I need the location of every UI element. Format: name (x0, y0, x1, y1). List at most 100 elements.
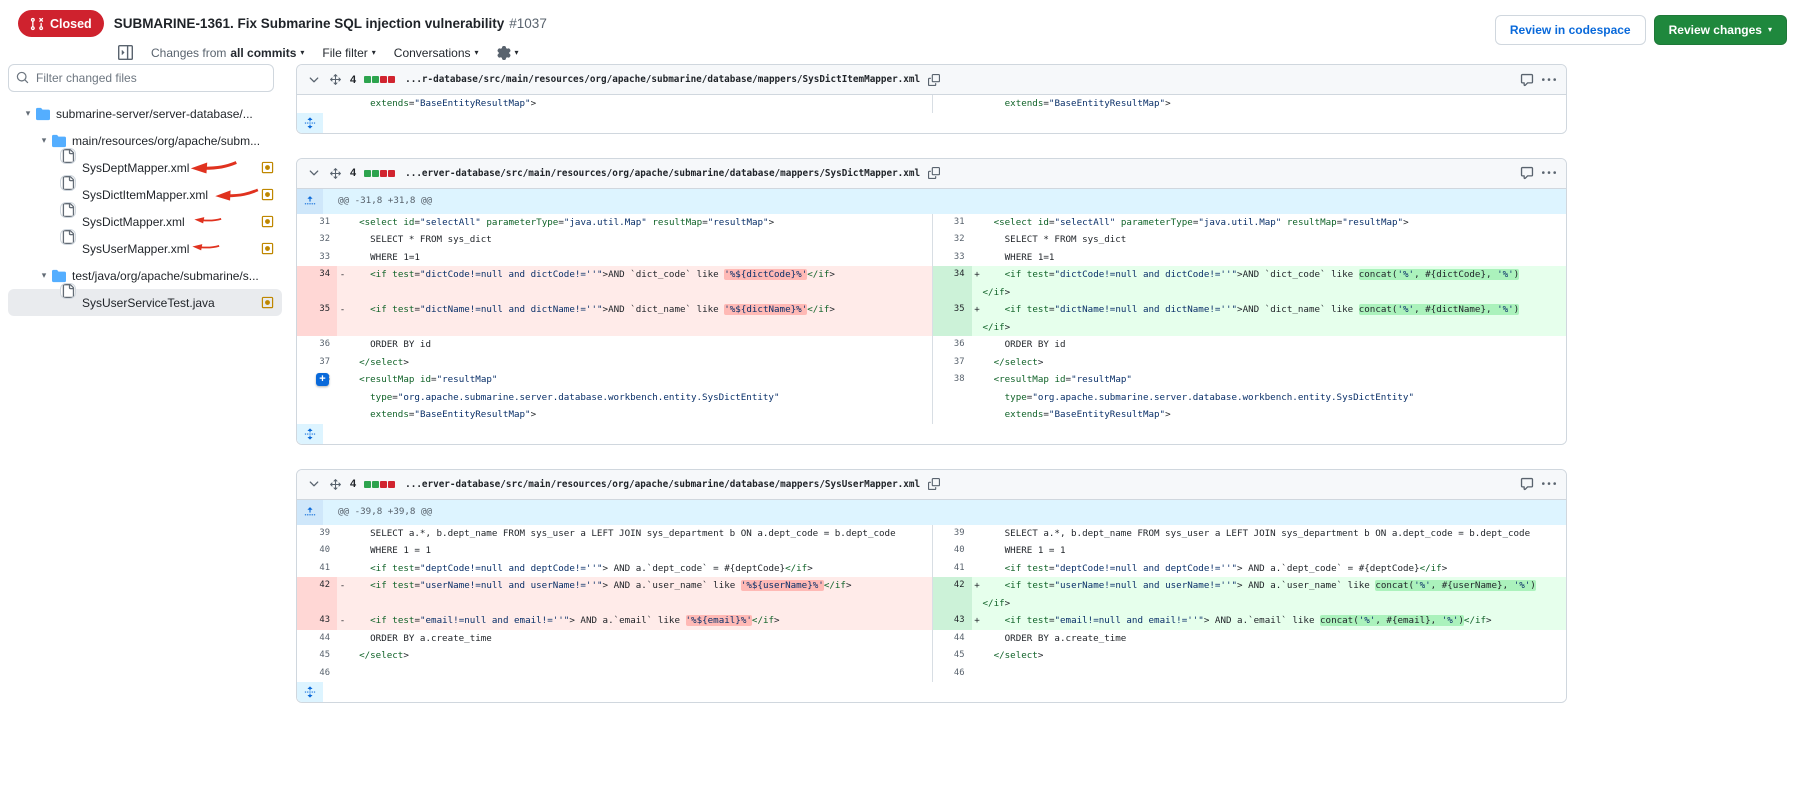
old-line-number[interactable]: 46 (297, 665, 337, 683)
file-kebab-menu-button[interactable] (1542, 166, 1556, 180)
expand-diff-button[interactable] (297, 113, 323, 133)
new-line-number[interactable]: 31 (932, 214, 972, 232)
collapse-file-button[interactable] (307, 166, 321, 180)
expand-up-button[interactable] (297, 500, 323, 525)
diff-file-sysdictmapper-xml: 4...erver-database/src/main/resources/or… (296, 158, 1567, 445)
tree-file-sysdictmapper-xml[interactable]: SysDictMapper.xml (8, 208, 282, 235)
collapse-file-button[interactable] (307, 73, 321, 87)
copy-path-button[interactable] (928, 167, 940, 179)
changed-lines-count: 4 (350, 478, 356, 490)
diff-row: 34- <if test="dictCode!=null and dictCod… (297, 266, 1566, 301)
unfold-icon (304, 117, 316, 129)
drag-handle-icon[interactable] (329, 478, 342, 491)
new-line-number[interactable]: 39 (932, 525, 972, 543)
new-line-number[interactable]: 44 (932, 630, 972, 648)
new-line-number[interactable]: 41 (932, 560, 972, 578)
diffstat-blocks (364, 481, 395, 488)
unfold-icon (304, 686, 316, 698)
old-line-number[interactable]: 42 (297, 577, 337, 612)
old-line-number[interactable]: 32 (297, 231, 337, 249)
new-line-number[interactable]: 34 (932, 266, 972, 301)
old-line-number[interactable]: 31 (297, 214, 337, 232)
new-line-number[interactable]: 45 (932, 647, 972, 665)
file-icon (61, 230, 75, 244)
kebab-horizontal-icon (1542, 477, 1556, 491)
old-line-number[interactable]: 44 (297, 630, 337, 648)
hunk-header: @@ -39,8 +39,8 @@ (323, 500, 432, 525)
expand-up-button[interactable] (297, 189, 323, 214)
diff-code-old (337, 665, 932, 683)
old-line-number[interactable]: 40 (297, 542, 337, 560)
diff-code-new: </select> (972, 647, 1567, 665)
collapse-file-button[interactable] (307, 477, 321, 491)
old-line-number[interactable]: 43 (297, 612, 337, 630)
copy-path-button[interactable] (928, 74, 940, 86)
tree-item-label: SysDictItemMapper.xml (82, 188, 208, 202)
drag-handle-icon[interactable] (329, 73, 342, 86)
old-line-number[interactable]: 37 (297, 354, 337, 372)
file-comment-button[interactable] (1520, 166, 1534, 180)
diff-row: 36 ORDER BY id36 ORDER BY id (297, 336, 1566, 354)
old-line-number[interactable]: 34 (297, 266, 337, 301)
copy-icon (928, 167, 940, 179)
kebab-horizontal-icon (1542, 73, 1556, 87)
file-filter-box (8, 64, 274, 92)
file-comment-button[interactable] (1520, 73, 1534, 87)
old-line-number[interactable]: 35 (297, 301, 337, 336)
unfold-icon (304, 428, 316, 440)
new-line-number[interactable]: 40 (932, 542, 972, 560)
new-line-number[interactable] (932, 95, 972, 113)
diffstat-blocks (364, 76, 395, 83)
new-line-number[interactable]: 38 (932, 371, 972, 424)
tree-file-sysusermapper-xml[interactable]: SysUserMapper.xml (8, 235, 282, 262)
file-kebab-menu-button[interactable] (1542, 73, 1556, 87)
review-changes-button[interactable]: Review changes ▾ (1654, 15, 1787, 45)
copy-path-button[interactable] (928, 478, 940, 490)
file-comment-button[interactable] (1520, 477, 1534, 491)
expand-diff-button[interactable] (297, 424, 323, 444)
diff-code-old: SELECT * FROM sys_dict (337, 231, 932, 249)
tree-folder-submarine-server-server-database[interactable]: ▾submarine-server/server-database/... (8, 100, 282, 127)
old-line-number[interactable]: 45 (297, 647, 337, 665)
new-line-number[interactable]: 33 (932, 249, 972, 267)
tree-folder-test-java-org-apache-submarine-s[interactable]: ▾test/java/org/apache/submarine/s... (8, 262, 282, 289)
diff-row: 42- <if test="userName!=null and userNam… (297, 577, 1566, 612)
old-line-number[interactable]: 33 (297, 249, 337, 267)
old-line-number[interactable]: 41 (297, 560, 337, 578)
expand-row (297, 682, 1566, 702)
old-line-number[interactable] (297, 95, 337, 113)
review-in-codespace-button[interactable]: Review in codespace (1495, 15, 1646, 45)
new-line-number[interactable]: 35 (932, 301, 972, 336)
tree-file-sysdeptmapper-xml[interactable]: SysDeptMapper.xml (8, 154, 282, 181)
diff-code-new: ORDER BY id (972, 336, 1567, 354)
file-path: ...erver-database/src/main/resources/org… (405, 479, 920, 490)
diff-code-new: extends="BaseEntityResultMap"> (972, 95, 1567, 113)
new-line-number[interactable]: 46 (932, 665, 972, 683)
diff-row: extends="BaseEntityResultMap"> extends="… (297, 95, 1566, 113)
new-line-number[interactable]: 32 (932, 231, 972, 249)
old-line-number[interactable]: 39 (297, 525, 337, 543)
tree-file-sysuserservicetest-java[interactable]: SysUserServiceTest.java (8, 289, 282, 316)
new-line-number[interactable]: 43 (932, 612, 972, 630)
tree-file-sysdictitemmapper-xml[interactable]: SysDictItemMapper.xml (8, 181, 282, 208)
git-pull-request-closed-icon (30, 17, 44, 31)
diff-file-sysdictitemmapper-xml: 4...r-database/src/main/resources/org/ap… (296, 64, 1567, 134)
tree-folder-main-resources-org-apache-subm[interactable]: ▾main/resources/org/apache/subm... (8, 127, 282, 154)
old-line-number[interactable]: +38 (297, 371, 337, 424)
file-icon (61, 284, 75, 298)
old-line-number[interactable]: 36 (297, 336, 337, 354)
new-line-number[interactable]: 37 (932, 354, 972, 372)
drag-handle-icon[interactable] (329, 167, 342, 180)
modified-file-icon (261, 215, 274, 228)
diff-row: 44 ORDER BY a.create_time44 ORDER BY a.c… (297, 630, 1566, 648)
diff-row: 39 SELECT a.*, b.dept_name FROM sys_user… (297, 525, 1566, 543)
expand-diff-button[interactable] (297, 682, 323, 702)
filter-changed-files-input[interactable] (8, 64, 274, 92)
new-line-number[interactable]: 36 (932, 336, 972, 354)
diff-code-new: WHERE 1=1 (972, 249, 1567, 267)
add-line-comment-button[interactable]: + (316, 373, 329, 386)
new-line-number[interactable]: 42 (932, 577, 972, 612)
diff-row: 31 <select id="selectAll" parameterType=… (297, 214, 1566, 232)
file-kebab-menu-button[interactable] (1542, 477, 1556, 491)
diff-code-new: + <if test="dictName!=null and dictName!… (972, 301, 1567, 336)
